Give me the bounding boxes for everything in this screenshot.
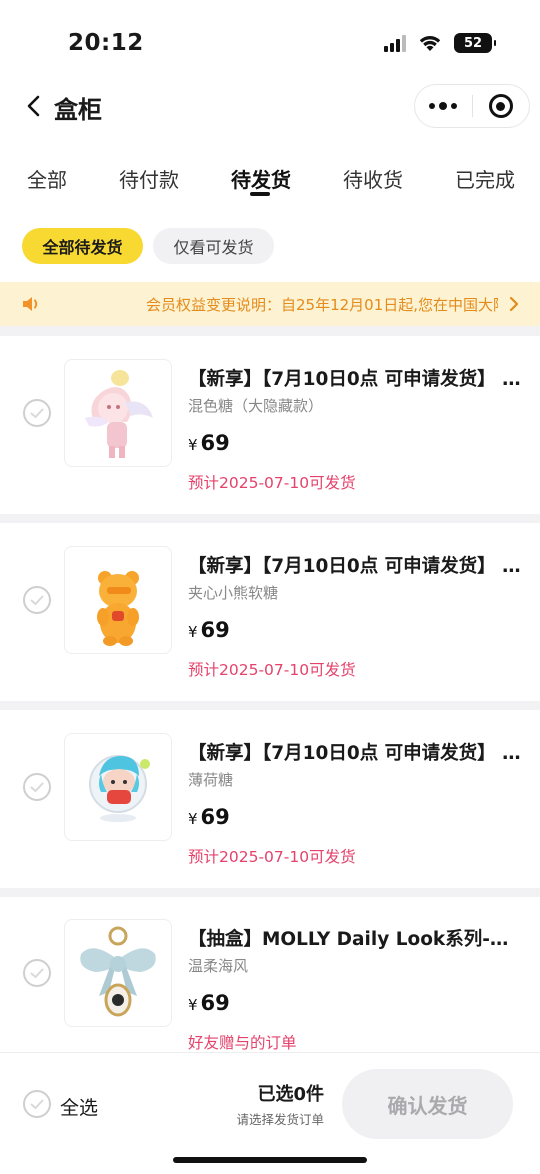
target-circle-icon xyxy=(488,94,513,118)
order-item[interactable]: 【新享】【7月10日0点 可申请发货】 薄荷糖 薄荷糖 ¥69 预计2025-0… xyxy=(0,710,540,888)
close-button[interactable] xyxy=(473,85,530,127)
status-bar: 20:12 52 xyxy=(0,0,540,84)
selected-hint: 请选择发货订单 xyxy=(236,1112,324,1127)
more-button[interactable] xyxy=(415,85,472,127)
currency-symbol: ¥ xyxy=(188,436,198,454)
order-checkbox[interactable] xyxy=(23,399,51,427)
speaker-icon xyxy=(23,297,38,311)
battery-icon: 52 xyxy=(454,33,496,53)
order-item[interactable]: 【新享】【7月10日0点 可申请发货】 混色糖 混色糖（大隐藏款） ¥69 预计… xyxy=(0,336,540,514)
page-title: 盒柜 xyxy=(54,96,102,124)
order-gift-note: 好友赠与的订单 xyxy=(188,1034,297,1052)
price-value: 69 xyxy=(200,431,230,455)
section-gap xyxy=(0,514,540,523)
nav-header: 盒柜 xyxy=(0,84,540,128)
price-value: 69 xyxy=(200,991,230,1015)
selected-count: 已选0件 xyxy=(257,1084,324,1105)
product-image-bow-pendant xyxy=(80,926,156,1017)
price-value: 69 xyxy=(200,805,230,829)
notice-text: 会员权益变更说明：自25年12月01日起,您在中国大陆 xyxy=(146,296,498,314)
order-tabs: 全部 待付款 待发货 待收货 已完成 xyxy=(0,158,540,202)
status-time: 20:12 xyxy=(68,30,144,56)
currency-symbol: ¥ xyxy=(188,810,198,828)
wifi-icon xyxy=(419,36,441,51)
check-icon xyxy=(30,595,44,605)
order-checkbox[interactable] xyxy=(23,586,51,614)
signal-icon xyxy=(384,34,406,52)
currency-symbol: ¥ xyxy=(188,996,198,1014)
home-indicator xyxy=(173,1157,367,1163)
order-ship-note: 预计2025-07-10可发货 xyxy=(188,474,356,492)
order-title: 【新享】【7月10日0点 可申请发货】 薄荷糖 xyxy=(188,743,524,764)
tab-completed[interactable]: 已完成 xyxy=(455,164,515,193)
select-all-checkbox[interactable] xyxy=(23,1090,51,1118)
tab-pending-shipment[interactable]: 待发货 xyxy=(231,164,291,193)
check-icon xyxy=(30,408,44,418)
product-image-mixed-candy xyxy=(85,370,153,458)
order-price: ¥69 xyxy=(188,991,230,1015)
tab-all[interactable]: 全部 xyxy=(27,164,67,193)
check-icon xyxy=(30,968,44,978)
order-ship-note: 预计2025-07-10可发货 xyxy=(188,661,356,679)
order-checkbox[interactable] xyxy=(23,959,51,987)
order-spec: 薄荷糖 xyxy=(188,771,234,789)
order-checkbox[interactable] xyxy=(23,773,51,801)
order-title: 【新享】【7月10日0点 可申请发货】 夹心小熊软糖 xyxy=(188,556,524,577)
order-item[interactable]: 【新享】【7月10日0点 可申请发货】 夹心小熊软糖 夹心小熊软糖 ¥69 预计… xyxy=(0,523,540,701)
select-all-label[interactable]: 全选 xyxy=(60,1093,98,1120)
product-image-mint-candy xyxy=(89,755,150,822)
chevron-left-icon[interactable] xyxy=(22,94,46,118)
notice-bar[interactable]: 会员权益变更说明：自25年12月01日起,您在中国大陆 xyxy=(0,282,540,326)
mini-program-capsule xyxy=(414,84,530,128)
order-price: ¥69 xyxy=(188,618,230,642)
order-title: 【新享】【7月10日0点 可申请发货】 混色糖 xyxy=(188,369,524,390)
check-icon xyxy=(30,1099,44,1109)
order-ship-note: 预计2025-07-10可发货 xyxy=(188,848,356,866)
status-icons: 52 xyxy=(384,33,496,53)
filter-shippable-only-chip[interactable]: 仅看可发货 xyxy=(153,228,274,264)
currency-symbol: ¥ xyxy=(188,623,198,641)
order-price: ¥69 xyxy=(188,805,230,829)
more-dots-icon xyxy=(429,102,458,110)
product-thumbnail[interactable] xyxy=(64,733,172,841)
product-thumbnail[interactable] xyxy=(64,919,172,1027)
section-gap xyxy=(0,701,540,710)
confirm-shipment-button[interactable]: 确认发货 xyxy=(342,1069,513,1139)
tab-active-indicator xyxy=(250,192,270,196)
tab-pending-payment[interactable]: 待付款 xyxy=(119,164,179,193)
product-thumbnail[interactable] xyxy=(64,546,172,654)
order-spec: 混色糖（大隐藏款） xyxy=(188,397,324,415)
order-title: 【抽盒】MOLLY Daily Look系列-香氛挂件 xyxy=(188,929,524,950)
order-spec: 夹心小熊软糖 xyxy=(188,584,279,602)
product-thumbnail[interactable] xyxy=(64,359,172,467)
product-image-gummy-bear xyxy=(97,571,139,646)
bottom-action-bar: 全选 已选0件 请选择发货订单 确认发货 xyxy=(0,1052,540,1174)
chevron-right-icon xyxy=(509,296,519,312)
order-price: ¥69 xyxy=(188,431,230,455)
section-gap xyxy=(0,326,540,336)
check-icon xyxy=(30,782,44,792)
order-spec: 温柔海风 xyxy=(188,957,249,975)
tab-pending-receipt[interactable]: 待收货 xyxy=(343,164,403,193)
price-value: 69 xyxy=(200,618,230,642)
filter-all-pending-chip[interactable]: 全部待发货 xyxy=(22,228,143,264)
section-gap xyxy=(0,888,540,897)
order-item[interactable]: 【抽盒】MOLLY Daily Look系列-香氛挂件 温柔海风 ¥69 好友赠… xyxy=(0,897,540,1052)
